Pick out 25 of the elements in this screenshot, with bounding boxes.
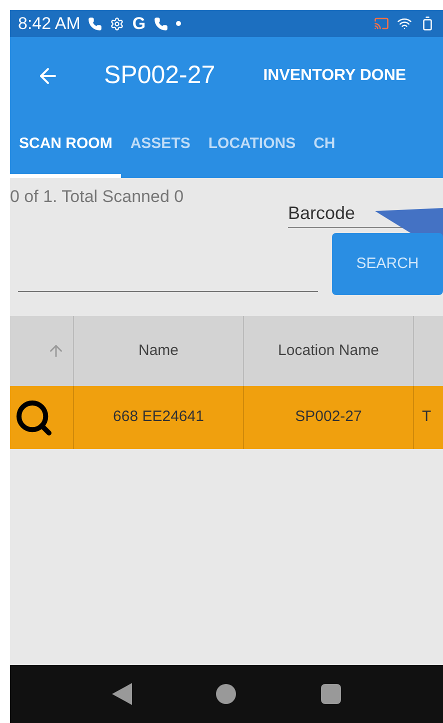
tab[interactable]: LOCATIONS — [199, 115, 305, 178]
table-cell-text: 668 EE24641 — [113, 407, 204, 428]
search-icon[interactable] — [14, 398, 54, 438]
phone-icon — [88, 16, 102, 30]
phone-icon — [154, 16, 168, 30]
status-time: 8:42 AM — [18, 12, 80, 35]
column-header[interactable]: Name — [138, 340, 178, 362]
battery-icon — [420, 16, 435, 31]
tab[interactable]: ASSETS — [121, 115, 200, 178]
search-button[interactable]: SEARCH — [332, 233, 443, 295]
app-title: SP002-27 — [104, 60, 216, 92]
table-cell-text: SP002-27 — [295, 407, 362, 428]
wifi-icon — [397, 16, 412, 31]
settings-icon — [110, 16, 124, 30]
table-row[interactable]: 668 EE24641 SP002-27 T — [10, 386, 443, 449]
tab[interactable]: SCAN ROOM — [10, 115, 122, 178]
recents-square-icon[interactable] — [320, 684, 341, 704]
inventory-done-button[interactable]: INVENTORY DONE — [263, 64, 406, 88]
column-header[interactable]: Location Name — [278, 340, 379, 362]
cast-icon — [374, 16, 389, 31]
back-triangle-icon[interactable] — [112, 683, 132, 705]
tab[interactable]: CH — [304, 115, 344, 178]
table-cell-text: T — [422, 407, 432, 428]
g-label: G — [132, 12, 146, 35]
scan-summary: 0 of 1. Total Scanned 0 — [10, 186, 184, 208]
